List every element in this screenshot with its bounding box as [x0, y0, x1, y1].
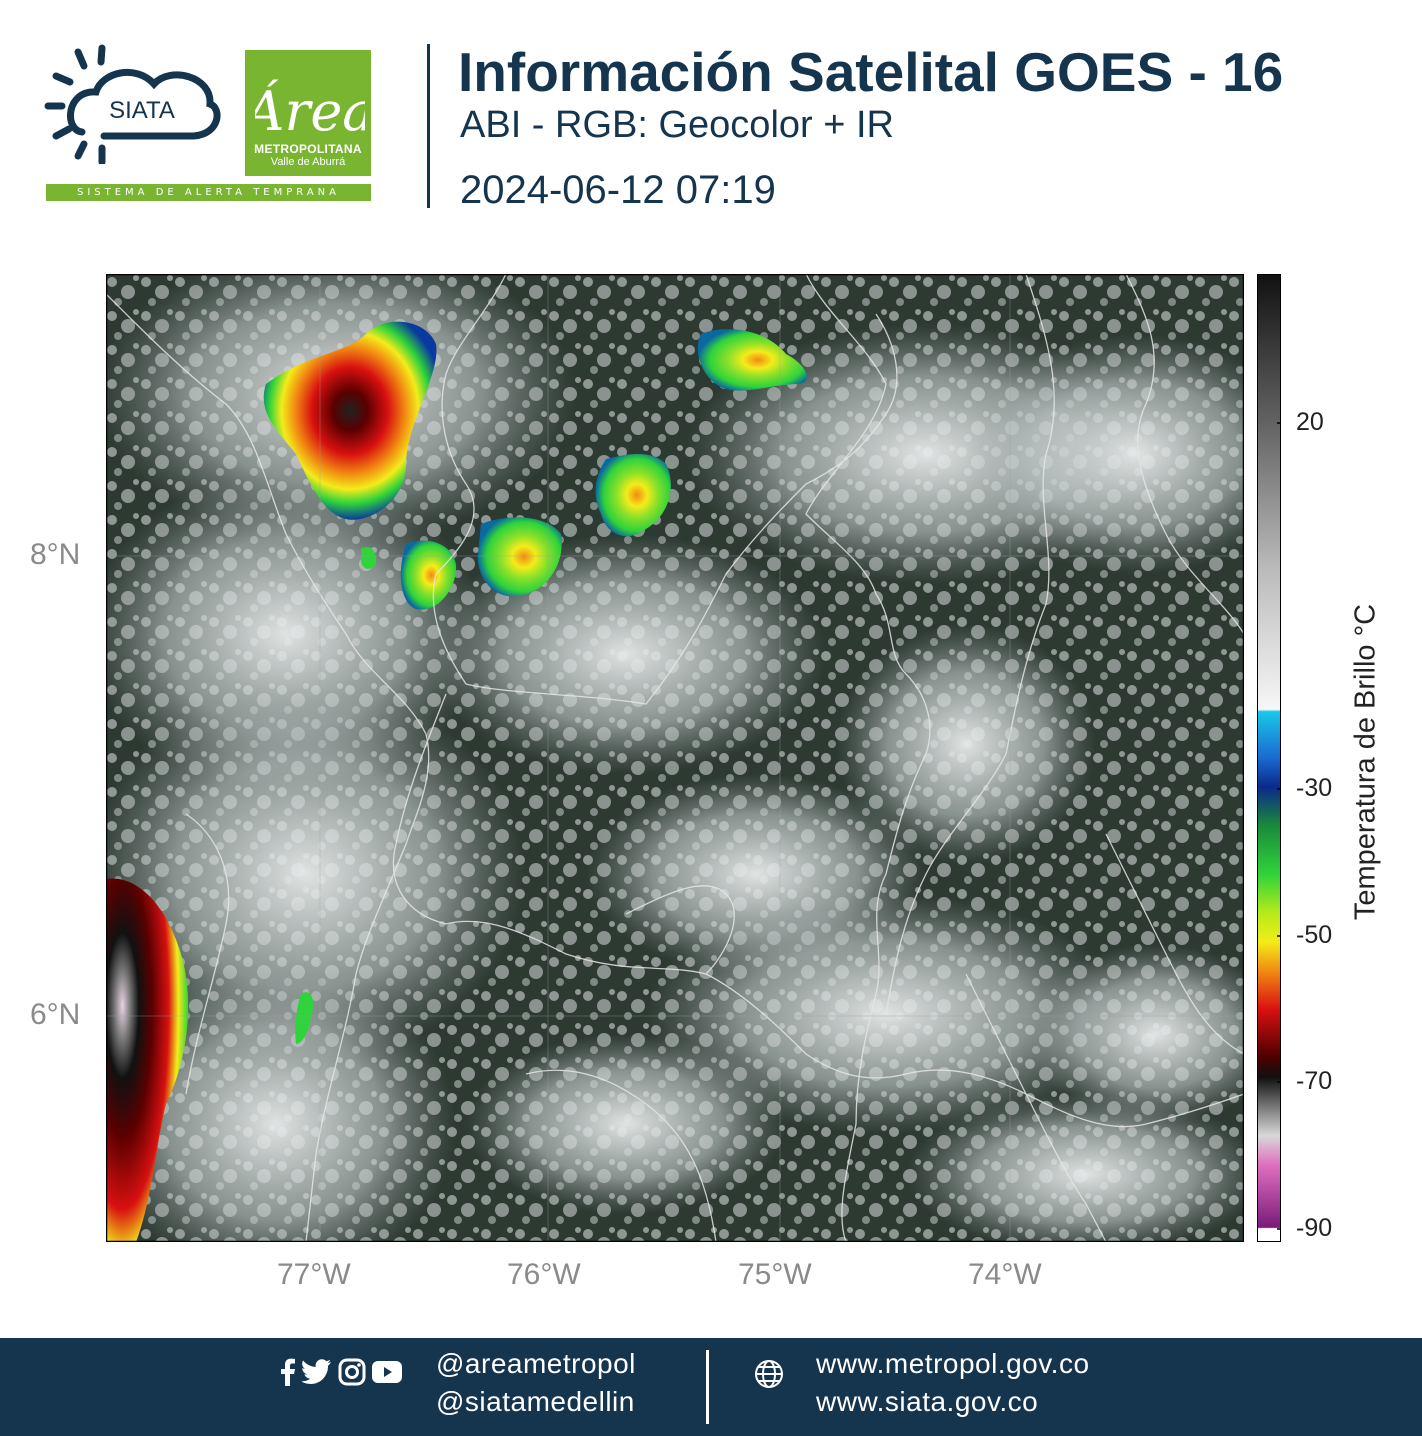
footer-divider — [706, 1350, 709, 1424]
handle-areametropol[interactable]: @areametropol — [436, 1348, 636, 1380]
header-divider — [427, 44, 430, 208]
lon-label-75w: 75°W — [738, 1258, 812, 1291]
siata-banner: SISTEMA DE ALERTA TEMPRANA — [46, 184, 371, 201]
youtube-icon[interactable] — [372, 1361, 402, 1383]
footer: @areametropol @siatamedellin www.metropo… — [0, 1338, 1422, 1436]
colorbar-tick-minus70: -70 — [1296, 1067, 1333, 1095]
handle-siatamedellin[interactable]: @siatamedellin — [436, 1386, 635, 1418]
page-subtitle: ABI - RGB: Geocolor + IR — [460, 104, 894, 146]
image-datetime: 2024-06-12 07:19 — [460, 168, 776, 212]
colorbar-tick-minus50: -50 — [1296, 921, 1333, 949]
facebook-icon[interactable] — [280, 1358, 296, 1386]
satellite-map — [106, 274, 1244, 1242]
area-metropolitana-logo: Área METROPOLITANA Valle de Aburrá — [245, 50, 371, 176]
social-icons — [280, 1358, 402, 1386]
lon-label-76w: 76°W — [507, 1258, 581, 1291]
lat-label-8n: 8°N — [30, 538, 81, 571]
colorbar-tick-20: 20 — [1296, 408, 1324, 436]
siata-logo: SIATA — [44, 44, 221, 164]
area-logo-line1: METROPOLITANA — [254, 142, 362, 156]
area-logo-line2: Valle de Aburrá — [270, 156, 346, 168]
colorbar-tick-minus30: -30 — [1296, 774, 1333, 802]
temperature-colorbar — [1257, 274, 1281, 1242]
globe-icon — [755, 1360, 783, 1388]
siata-logo-text: SIATA — [109, 97, 175, 124]
colorbar-tick-minus90: -90 — [1296, 1214, 1333, 1242]
colorbar-label: Temperatura de Brillo °C — [1349, 603, 1382, 921]
instagram-icon[interactable] — [338, 1358, 366, 1386]
twitter-icon[interactable] — [302, 1359, 332, 1385]
header: SIATA SISTEMA DE ALERTA TEMPRANA Área ME… — [0, 0, 1422, 240]
page-title: Información Satelital GOES - 16 — [458, 41, 1284, 103]
lat-label-6n: 6°N — [30, 998, 81, 1031]
svg-text:Área: Área — [255, 79, 365, 143]
link-metropol[interactable]: www.metropol.gov.co — [816, 1348, 1090, 1380]
link-siata[interactable]: www.siata.gov.co — [816, 1386, 1038, 1418]
lon-label-74w: 74°W — [968, 1258, 1042, 1291]
area-script-logo: Área — [255, 79, 365, 143]
lon-label-77w: 77°W — [277, 1258, 351, 1291]
